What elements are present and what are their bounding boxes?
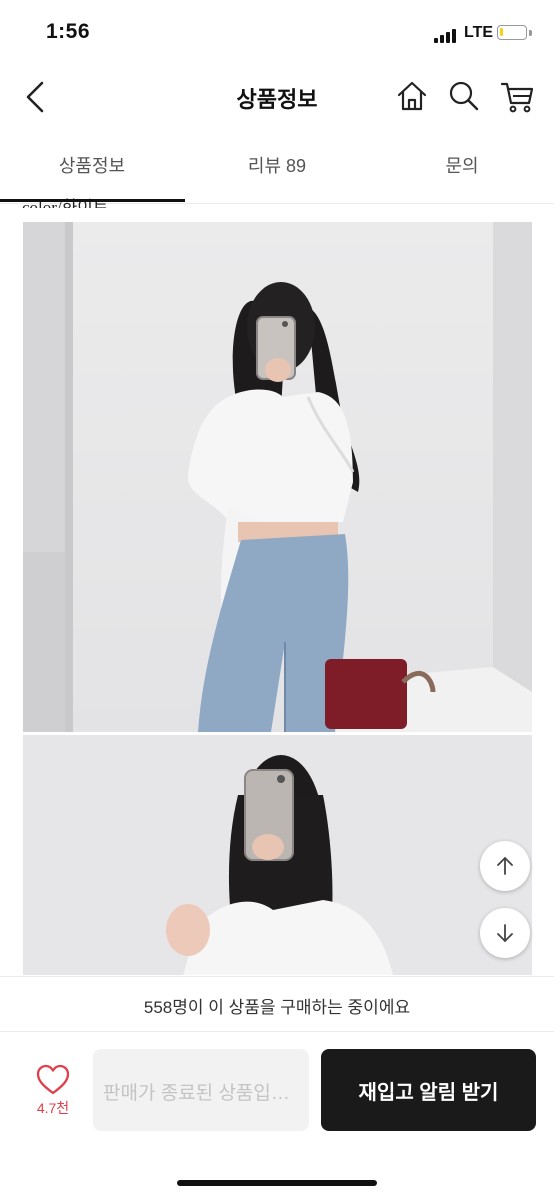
restock-alert-label: 재입고 알림 받기 bbox=[358, 1082, 499, 1104]
tab-product-info[interactable]: 상품정보 bbox=[0, 152, 184, 178]
active-tab-indicator bbox=[0, 199, 185, 202]
home-icon bbox=[397, 81, 427, 111]
battery-tip bbox=[529, 30, 532, 36]
like-count: 4.7천 bbox=[36, 1100, 70, 1116]
sale-ended-label: 판매가 종료된 상품입… bbox=[103, 1083, 290, 1104]
purchase-activity-text: 558명이 이 상품을 구매하는 중이에요 bbox=[143, 998, 411, 1017]
cart-icon bbox=[500, 82, 534, 113]
network-type: LTE bbox=[464, 24, 494, 41]
cart-button[interactable] bbox=[499, 78, 537, 116]
scroll-to-bottom-button[interactable] bbox=[480, 908, 530, 958]
cellular-signal-icon bbox=[434, 27, 458, 43]
search-button[interactable] bbox=[446, 78, 482, 114]
search-icon bbox=[449, 81, 479, 111]
home-indicator bbox=[177, 1180, 377, 1186]
product-photo-full-body bbox=[23, 222, 532, 732]
status-time: 1:56 bbox=[46, 20, 91, 43]
tab-reviews[interactable]: 리뷰 89 bbox=[185, 152, 369, 178]
arrow-up-icon bbox=[497, 857, 513, 875]
product-photo-closeup bbox=[23, 735, 532, 975]
tab-inquiry[interactable]: 문의 bbox=[370, 152, 554, 178]
home-button[interactable] bbox=[394, 78, 430, 114]
heart-icon bbox=[36, 1064, 70, 1095]
battery-icon bbox=[497, 25, 527, 40]
scroll-to-top-button[interactable] bbox=[480, 841, 530, 891]
arrow-down-icon bbox=[497, 924, 513, 942]
